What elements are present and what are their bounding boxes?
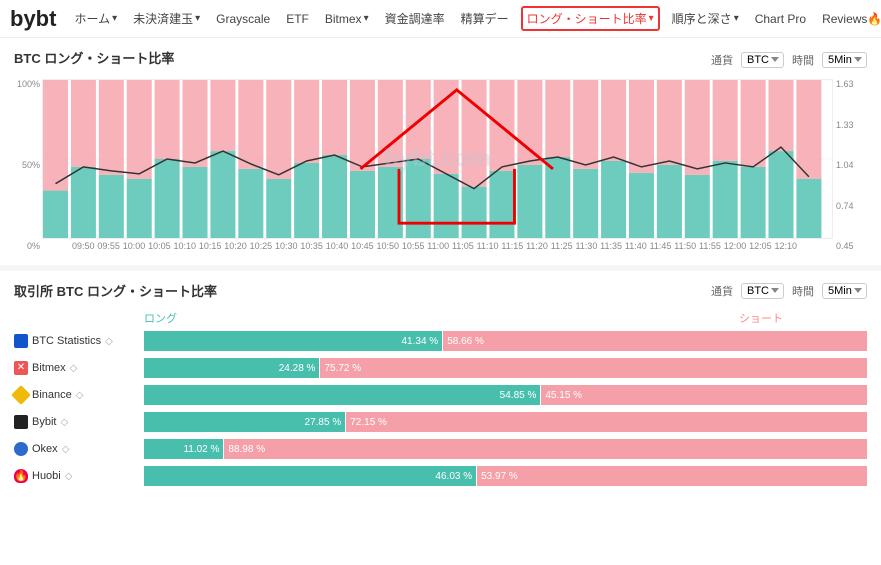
exchange-bars: 41.34 % 58.66 % xyxy=(144,331,867,351)
short-bar: 88.98 % xyxy=(224,439,867,459)
exchange-icon xyxy=(14,334,28,348)
long-bar: 27.85 % xyxy=(144,412,345,432)
chart1-time-label: 時間 xyxy=(792,52,814,68)
chart1-title: BTC ロング・ショート比率 xyxy=(14,48,174,67)
exchange-name: BTC Statistics ◇ xyxy=(14,334,144,348)
exchange-name: Binance ◇ xyxy=(14,388,144,402)
exchange-name: Bybit ◇ xyxy=(14,415,144,429)
nav-lsratio[interactable]: ロング・ショート比率 xyxy=(521,6,660,31)
chart1-wrapper: 100% 50% 0% xyxy=(14,79,867,251)
exchange-icon: ✕ xyxy=(14,361,28,375)
table-header-short: ショート xyxy=(703,310,783,326)
exchange-icon xyxy=(11,385,31,405)
exchange-table: BTC Statistics ◇ 41.34 % 58.66 % ✕ Bitme… xyxy=(14,330,867,487)
chart1-x-axis: 09:50 09:55 10:00 10:05 10:10 10:15 10:2… xyxy=(42,239,797,251)
long-bar: 46.03 % xyxy=(144,466,476,486)
long-bar: 54.85 % xyxy=(144,385,540,405)
exchange-name: Okex ◇ xyxy=(14,442,144,456)
chart1-y-right: 1.63 1.33 1.04 0.74 0.45 xyxy=(833,79,867,251)
nav-reviews[interactable]: Reviews🔥 xyxy=(818,10,881,28)
section-divider xyxy=(0,265,881,271)
nav-grayscale[interactable]: Grayscale xyxy=(212,10,274,28)
short-bar: 53.97 % xyxy=(477,466,867,486)
exchange-bars: 54.85 % 45.15 % xyxy=(144,385,867,405)
chart1-time-select[interactable]: 5Min xyxy=(822,52,867,68)
exchange-bars: 24.28 % 75.72 % xyxy=(144,358,867,378)
chart2-section: 取引所 BTC ロング・ショート比率 通貨 BTC 時間 5Min ロング ショ… xyxy=(0,275,881,502)
chart2-controls: 通貨 BTC 時間 5Min xyxy=(711,283,867,299)
nav-order[interactable]: 順序と深さ xyxy=(668,8,743,29)
chart2-time-select[interactable]: 5Min xyxy=(822,283,867,299)
chart1-svg xyxy=(43,80,832,238)
long-bar: 24.28 % xyxy=(144,358,319,378)
chart2-time-label: 時間 xyxy=(792,283,814,299)
chart1-canvas: bybt.com xyxy=(42,79,833,239)
table-row: ✕ Bitmex ◇ 24.28 % 75.72 % xyxy=(14,357,867,379)
chart2-currency-select[interactable]: BTC xyxy=(741,283,784,299)
chart2-title: 取引所 BTC ロング・ショート比率 xyxy=(14,281,217,300)
table-row: BTC Statistics ◇ 41.34 % 58.66 % xyxy=(14,330,867,352)
chart1-controls: 通貨 BTC 時間 5Min xyxy=(711,52,867,68)
exchange-bars: 27.85 % 72.15 % xyxy=(144,412,867,432)
table-header-long: ロング xyxy=(144,310,703,326)
exchange-icon: 🔥 xyxy=(14,469,28,483)
navbar: bybt ホーム 未決済建玉 Grayscale ETF Bitmex 資金調達… xyxy=(0,0,881,38)
nav-etf[interactable]: ETF xyxy=(282,10,313,28)
short-bar: 72.15 % xyxy=(346,412,867,432)
table-row: 🔥 Huobi ◇ 46.03 % 53.97 % xyxy=(14,465,867,487)
nav-funding[interactable]: 資金調達率 xyxy=(381,8,449,29)
exchange-icon xyxy=(14,415,28,429)
table-row: Okex ◇ 11.02 % 88.98 % xyxy=(14,438,867,460)
exchange-name: ✕ Bitmex ◇ xyxy=(14,361,144,375)
exchange-icon xyxy=(14,442,28,456)
table-row: Bybit ◇ 27.85 % 72.15 % xyxy=(14,411,867,433)
table-row: Binance ◇ 54.85 % 45.15 % xyxy=(14,384,867,406)
long-bar: 11.02 % xyxy=(144,439,223,459)
chart1-currency-label: 通貨 xyxy=(711,52,733,68)
short-bar: 45.15 % xyxy=(541,385,867,405)
nav-bitmex[interactable]: Bitmex xyxy=(321,10,373,28)
chart1-currency-select[interactable]: BTC xyxy=(741,52,784,68)
exchange-bars: 11.02 % 88.98 % xyxy=(144,439,867,459)
exchange-bars: 46.03 % 53.97 % xyxy=(144,466,867,486)
nav-chartpro[interactable]: Chart Pro xyxy=(751,10,810,28)
long-bar: 41.34 % xyxy=(144,331,442,351)
short-bar: 75.72 % xyxy=(320,358,867,378)
logo[interactable]: bybt xyxy=(10,6,56,32)
exchange-name: 🔥 Huobi ◇ xyxy=(14,469,144,483)
chart2-currency-label: 通貨 xyxy=(711,283,733,299)
short-bar: 58.66 % xyxy=(443,331,867,351)
nav-oi[interactable]: 未決済建玉 xyxy=(129,8,204,29)
chart1-y-left: 100% 50% 0% xyxy=(14,79,42,251)
nav-home[interactable]: ホーム xyxy=(70,8,121,29)
chart1-section: BTC ロング・ショート比率 通貨 BTC 時間 5Min 100% 50% 0… xyxy=(0,38,881,261)
nav-liquidation[interactable]: 精算デー xyxy=(457,8,513,29)
